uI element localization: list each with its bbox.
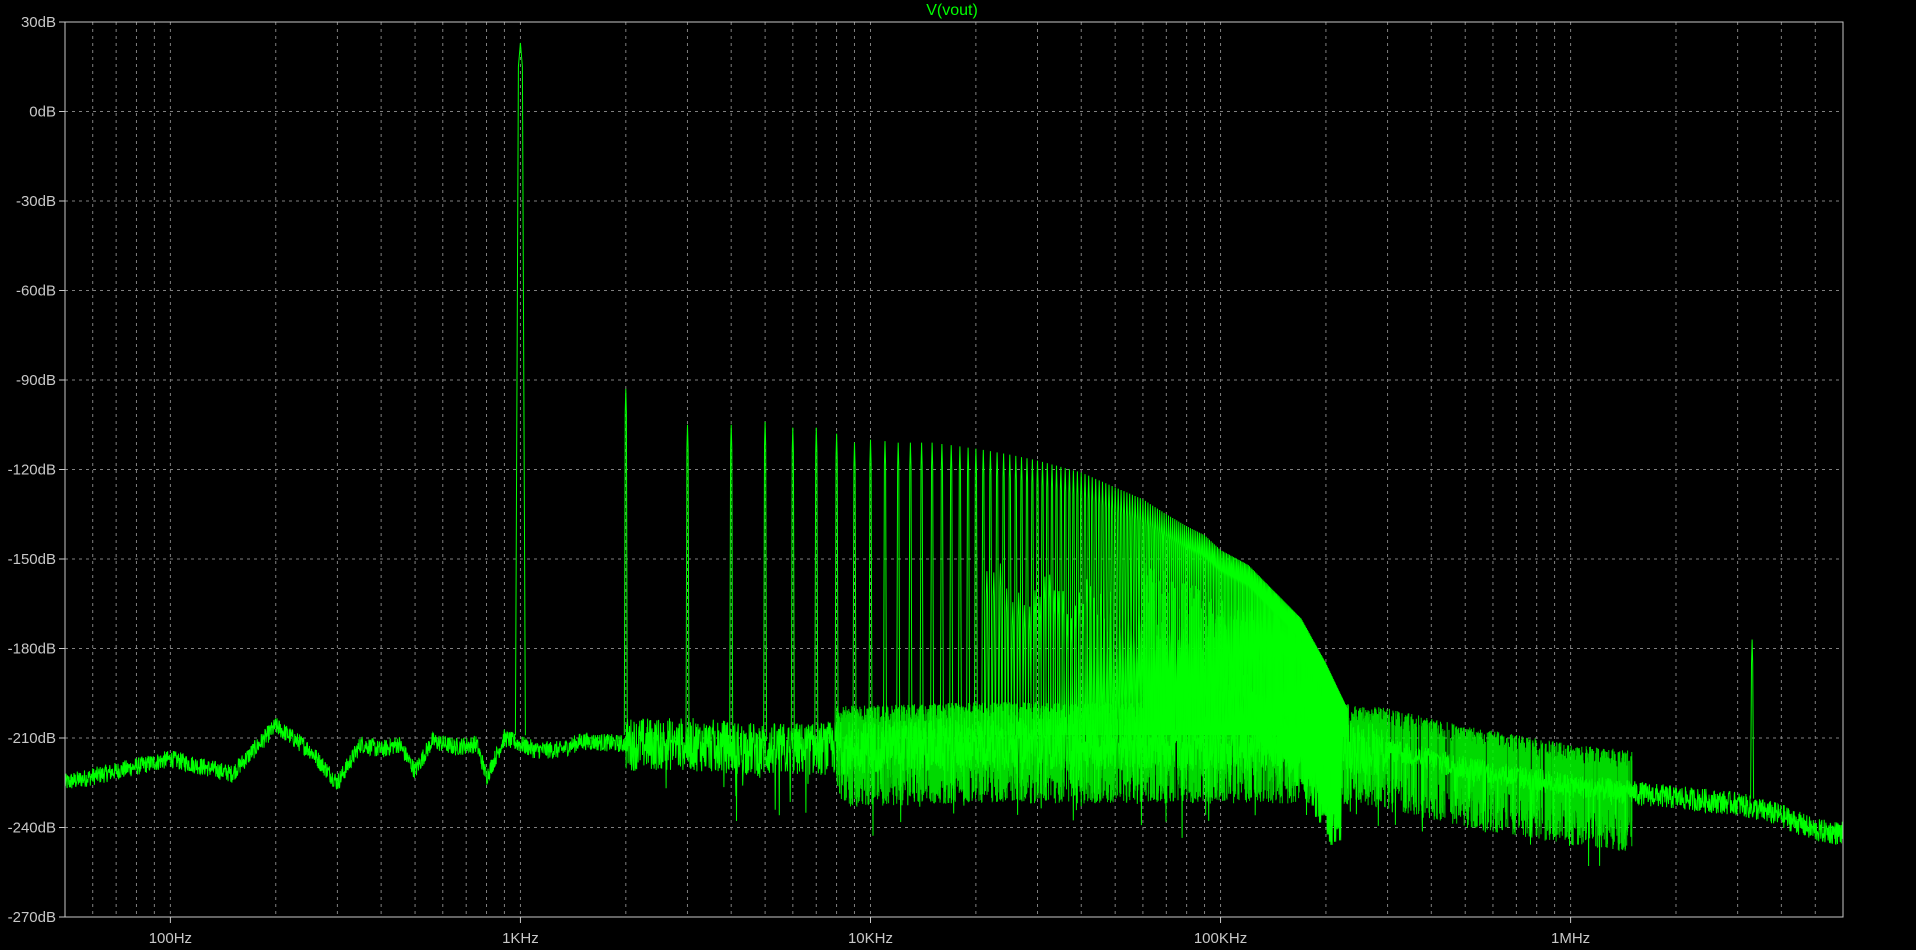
harmonic-spike [896, 442, 901, 738]
y-tick-label: -210dB [8, 730, 56, 747]
harmonic-spike [908, 442, 913, 737]
y-tick-label: -90dB [16, 372, 56, 389]
harmonic-spike [1750, 639, 1755, 799]
y-tick-label: -30dB [16, 193, 56, 210]
harmonic-spike [930, 442, 935, 737]
y-tick-label: -180dB [8, 641, 56, 658]
harmonic-spike [995, 452, 1000, 736]
trace-vout [64, 42, 1844, 867]
tick-labels: 30dB 0dB -30dB -60dB -90dB -120dB -150dB -180dB… [8, 14, 1591, 947]
harmonic-spike [988, 451, 993, 736]
harmonic-spike [1007, 454, 1012, 736]
harmonic-spike [949, 445, 954, 736]
x-tick-label: 10KHz [848, 930, 893, 947]
x-tick-label: 1KHz [502, 930, 539, 947]
harmonic-spike [1001, 453, 1006, 736]
y-tick-label: 30dB [21, 14, 56, 31]
y-tick-label: -60dB [16, 283, 56, 300]
harmonic-spike [1025, 458, 1029, 736]
y-tick-label: -120dB [8, 462, 56, 479]
harmonic-spike [1103, 483, 1108, 736]
y-tick-label: -150dB [8, 551, 56, 568]
harmonic-spike [919, 442, 924, 737]
x-tick-label: 1MHz [1551, 930, 1590, 947]
y-tick-label: -270dB [8, 909, 56, 926]
harmonic-spike [1019, 457, 1024, 736]
y-tick-label: -240dB [8, 820, 56, 837]
harmonic-spike [966, 447, 971, 736]
harmonic-spike [981, 449, 986, 736]
harmonic-spike [883, 441, 887, 738]
chart-title: V(vout) [926, 2, 978, 19]
x-tick-label: 100KHz [1194, 930, 1247, 947]
harmonic-spike [1013, 455, 1018, 736]
spectrum-plot[interactable]: V(vout) 30dB 0dB -30dB -60dB -90dB -120dB -150… [0, 0, 1916, 950]
x-tick-label: 100Hz [149, 930, 192, 947]
harmonic-spike [939, 443, 944, 737]
y-tick-label: 0dB [29, 104, 56, 121]
harmonic-spike [957, 446, 962, 736]
